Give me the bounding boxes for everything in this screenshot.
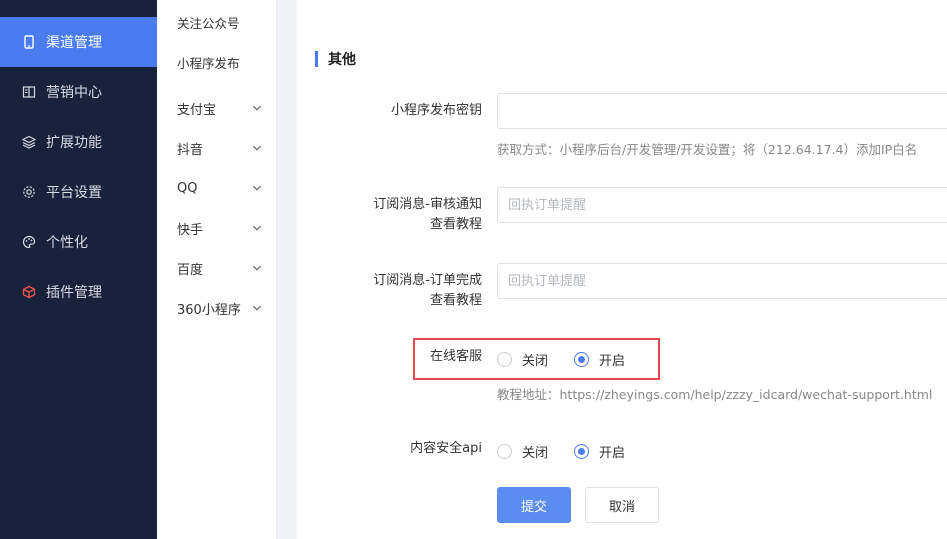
sidebar-item-channel[interactable]: 渠道管理 [0, 17, 157, 67]
sidebar-item-label: 平台设置 [46, 185, 102, 201]
settings-form-panel: 其他 小程序发布密钥 获取方式：小程序后台/开发管理/开发设置；将（212.64… [297, 0, 947, 539]
app-root: 渠道管理 营销中心 扩展功能 平台设置 个性化 插件管理 关注公众号 小程序发布… [0, 0, 947, 539]
publish-key-input[interactable] [497, 93, 947, 129]
online-service-on-radio[interactable]: 开启 [574, 350, 625, 369]
sidebar-item-label: 个性化 [46, 235, 88, 251]
submenu-item-label: 抖音 [177, 142, 204, 158]
submenu-item-qq[interactable]: QQ [157, 168, 276, 208]
submenu-item-miniprogram-publish[interactable]: 小程序发布 [157, 42, 276, 82]
submenu-item-label: 快手 [177, 222, 204, 238]
palette-icon [22, 235, 36, 249]
sub-audit-label: 订阅消息-审核通知 查看教程 [373, 195, 482, 235]
submenu-item-kuaishou[interactable]: 快手 [157, 208, 276, 248]
radio-label: 开启 [599, 445, 626, 461]
sidebar-item-label: 渠道管理 [46, 35, 102, 51]
radio-circle-checked [574, 351, 590, 367]
online-service-label: 在线客服 [429, 349, 482, 364]
sub-order-template-input[interactable] [497, 263, 947, 299]
publish-key-help: 获取方式：小程序后台/开发管理/开发设置；将（212.64.17.4）添加IP白… [497, 142, 918, 157]
content-security-on-radio[interactable]: 开启 [574, 442, 625, 461]
chevron-down-icon [252, 143, 262, 153]
cube-icon [22, 285, 36, 299]
publish-key-label: 小程序发布密钥 [390, 103, 482, 118]
online-service-off-radio[interactable]: 关闭 [497, 350, 548, 369]
submenu-item-label: 小程序发布 [177, 55, 240, 71]
online-service-help: 教程地址：https://zheyings.com/help/zzzy_idca… [497, 387, 933, 402]
cancel-button[interactable]: 取消 [585, 487, 659, 523]
sidebar-item-platform-settings[interactable]: 平台设置 [0, 167, 157, 217]
chevron-down-icon [252, 223, 262, 233]
chevron-down-icon [252, 183, 262, 193]
content-security-radio-group: 关闭 开启 [497, 441, 651, 461]
sub-audit-label-title: 订阅消息-审核通知 [373, 197, 482, 212]
sidebar-item-label: 扩展功能 [46, 135, 102, 151]
chevron-down-icon [252, 103, 262, 113]
sidebar-item-extensions[interactable]: 扩展功能 [0, 117, 157, 167]
sub-order-label-title: 订阅消息-订单完成 [373, 273, 482, 288]
content-security-off-radio[interactable]: 关闭 [497, 442, 548, 461]
section-title-bar [315, 51, 318, 67]
online-service-radio-group: 关闭 开启 [497, 349, 651, 369]
sub-audit-template-input[interactable] [497, 187, 947, 223]
radio-label: 关闭 [522, 445, 549, 461]
secondary-menu: 关注公众号 小程序发布 支付宝 抖音 QQ 快手 百度 360小程序 [157, 0, 277, 539]
section-title-text: 其他 [328, 52, 356, 68]
sidebar-item-label: 插件管理 [46, 285, 102, 301]
submit-button[interactable]: 提交 [497, 487, 571, 523]
submenu-item-baidu[interactable]: 百度 [157, 248, 276, 288]
radio-circle [497, 351, 512, 367]
sub-audit-tutorial-link[interactable]: 查看教程 [373, 215, 482, 235]
submenu-item-360[interactable]: 360小程序 [157, 288, 276, 328]
content-security-label: 内容安全api [410, 441, 482, 456]
submenu-item-label: 关注公众号 [177, 15, 240, 31]
main-sidebar: 渠道管理 营销中心 扩展功能 平台设置 个性化 插件管理 [0, 0, 157, 539]
radio-label: 开启 [599, 353, 626, 369]
submenu-item-label: 360小程序 [177, 302, 241, 318]
phone-icon [22, 35, 36, 49]
sidebar-item-marketing[interactable]: 营销中心 [0, 67, 157, 117]
radio-label: 关闭 [522, 353, 549, 369]
chevron-down-icon [252, 263, 262, 273]
radio-circle-checked [574, 443, 590, 459]
sidebar-item-personalize[interactable]: 个性化 [0, 217, 157, 267]
book-icon [22, 85, 36, 99]
submenu-item-follow-official[interactable]: 关注公众号 [157, 2, 276, 42]
sidebar-item-label: 营销中心 [46, 85, 102, 101]
section-title: 其他 [315, 50, 356, 68]
submenu-item-label: 百度 [177, 262, 204, 278]
layers-icon [22, 135, 36, 149]
radio-circle [497, 443, 512, 459]
submenu-item-label: 支付宝 [177, 102, 217, 118]
submenu-item-douyin[interactable]: 抖音 [157, 128, 276, 168]
submenu-item-alipay[interactable]: 支付宝 [157, 88, 276, 128]
sub-order-tutorial-link[interactable]: 查看教程 [373, 291, 482, 311]
chevron-down-icon [252, 303, 262, 313]
submenu-item-label: QQ [177, 180, 198, 196]
sidebar-item-plugins[interactable]: 插件管理 [0, 267, 157, 317]
sub-order-label: 订阅消息-订单完成 查看教程 [373, 271, 482, 311]
gear-icon [22, 185, 36, 199]
